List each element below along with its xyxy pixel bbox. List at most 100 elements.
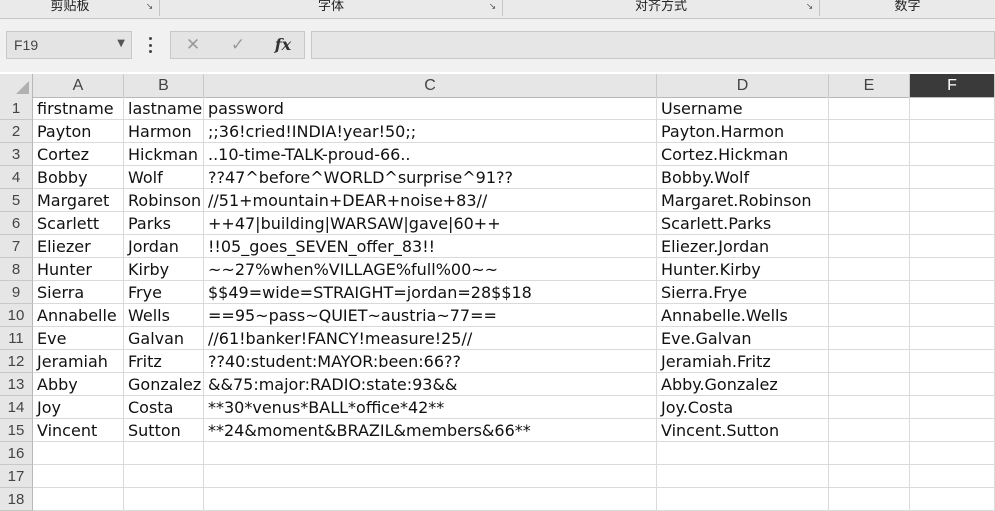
cell-b[interactable]: Robinson [124,189,204,212]
cell-f[interactable] [910,235,995,258]
cell-c[interactable]: password [204,97,657,120]
cell-a[interactable]: Bobby [33,166,124,189]
cell-b[interactable]: Wolf [124,166,204,189]
column-header-a[interactable]: A [33,74,124,97]
cell-e[interactable] [829,166,910,189]
cell-e[interactable] [829,488,910,511]
cell-a[interactable]: Eve [33,327,124,350]
cell-d[interactable]: Cortez.Hickman [657,143,829,166]
cell-c[interactable]: ..10-time-TALK-proud-66.. [204,143,657,166]
row-header[interactable]: 16 [0,442,33,465]
cell-f[interactable] [910,143,995,166]
cell-e[interactable] [829,442,910,465]
cell-f[interactable] [910,120,995,143]
cell-f[interactable] [910,350,995,373]
cell-d[interactable]: Eve.Galvan [657,327,829,350]
cell-a[interactable]: Cortez [33,143,124,166]
cell-b[interactable]: Frye [124,281,204,304]
row-header[interactable]: 9 [0,281,33,304]
cell-a[interactable] [33,465,124,488]
chevron-down-icon[interactable]: ▼ [117,38,125,49]
cell-e[interactable] [829,258,910,281]
cell-d[interactable]: Abby.Gonzalez [657,373,829,396]
cell-c[interactable]: ??40:student:MAYOR:been:66?? [204,350,657,373]
cell-c[interactable]: ++47|building|WARSAW|gave|60++ [204,212,657,235]
row-header[interactable]: 1 [0,97,33,120]
cell-d[interactable]: Jeramiah.Fritz [657,350,829,373]
cell-c[interactable]: ;;36!cried!INDIA!year!50;; [204,120,657,143]
cell-b[interactable]: Jordan [124,235,204,258]
column-header-e[interactable]: E [829,74,910,97]
cell-f[interactable] [910,373,995,396]
cell-e[interactable] [829,396,910,419]
cell-f[interactable] [910,304,995,327]
cell-f[interactable] [910,419,995,442]
cell-c[interactable] [204,488,657,511]
cell-e[interactable] [829,120,910,143]
cell-c[interactable]: **30*venus*BALL*office*42** [204,396,657,419]
cell-a[interactable]: Abby [33,373,124,396]
cell-f[interactable] [910,258,995,281]
cell-b[interactable]: lastname [124,97,204,120]
cell-f[interactable] [910,488,995,511]
column-header-b[interactable]: B [124,74,204,97]
row-header[interactable]: 6 [0,212,33,235]
cell-f[interactable] [910,166,995,189]
cell-e[interactable] [829,304,910,327]
cell-d[interactable]: Hunter.Kirby [657,258,829,281]
cell-a[interactable]: Sierra [33,281,124,304]
row-header[interactable]: 8 [0,258,33,281]
cell-d[interactable]: Payton.Harmon [657,120,829,143]
cell-e[interactable] [829,327,910,350]
row-header[interactable]: 3 [0,143,33,166]
row-header[interactable]: 14 [0,396,33,419]
more-options-icon[interactable] [147,37,153,53]
cell-e[interactable] [829,212,910,235]
column-header-c[interactable]: C [204,74,657,97]
cell-f[interactable] [910,189,995,212]
cell-a[interactable]: Margaret [33,189,124,212]
cell-e[interactable] [829,350,910,373]
dialog-launcher-icon[interactable]: ↘ [144,2,155,13]
cell-f[interactable] [910,465,995,488]
cell-a[interactable]: Hunter [33,258,124,281]
row-header[interactable]: 17 [0,465,33,488]
cell-a[interactable]: Joy [33,396,124,419]
cell-b[interactable]: Galvan [124,327,204,350]
cell-b[interactable]: Hickman [124,143,204,166]
cell-d[interactable] [657,465,829,488]
cell-c[interactable]: //51+mountain+DEAR+noise+83// [204,189,657,212]
cell-d[interactable]: Joy.Costa [657,396,829,419]
row-header[interactable]: 12 [0,350,33,373]
row-header[interactable]: 4 [0,166,33,189]
cell-d[interactable]: Vincent.Sutton [657,419,829,442]
cell-a[interactable]: Jeramiah [33,350,124,373]
cell-b[interactable] [124,442,204,465]
cell-d[interactable] [657,442,829,465]
enter-check-icon[interactable]: ✓ [226,35,250,55]
cell-b[interactable]: Fritz [124,350,204,373]
cell-f[interactable] [910,327,995,350]
formula-input[interactable] [311,31,995,59]
row-header[interactable]: 5 [0,189,33,212]
cell-d[interactable] [657,488,829,511]
cell-c[interactable]: ~~27%when%VILLAGE%full%00~~ [204,258,657,281]
cell-c[interactable] [204,442,657,465]
cell-a[interactable]: Annabelle [33,304,124,327]
cell-a[interactable]: Vincent [33,419,124,442]
row-header[interactable]: 7 [0,235,33,258]
cell-a[interactable] [33,488,124,511]
cell-a[interactable]: Scarlett [33,212,124,235]
cell-d[interactable]: Scarlett.Parks [657,212,829,235]
cell-d[interactable]: Username [657,97,829,120]
cell-d[interactable]: Eliezer.Jordan [657,235,829,258]
cell-f[interactable] [910,396,995,419]
cell-e[interactable] [829,373,910,396]
row-header[interactable]: 10 [0,304,33,327]
cell-f[interactable] [910,97,995,120]
cell-b[interactable]: Kirby [124,258,204,281]
cell-f[interactable] [910,281,995,304]
cell-d[interactable]: Sierra.Frye [657,281,829,304]
dialog-launcher-icon[interactable]: ↘ [487,2,498,13]
cell-a[interactable]: Payton [33,120,124,143]
